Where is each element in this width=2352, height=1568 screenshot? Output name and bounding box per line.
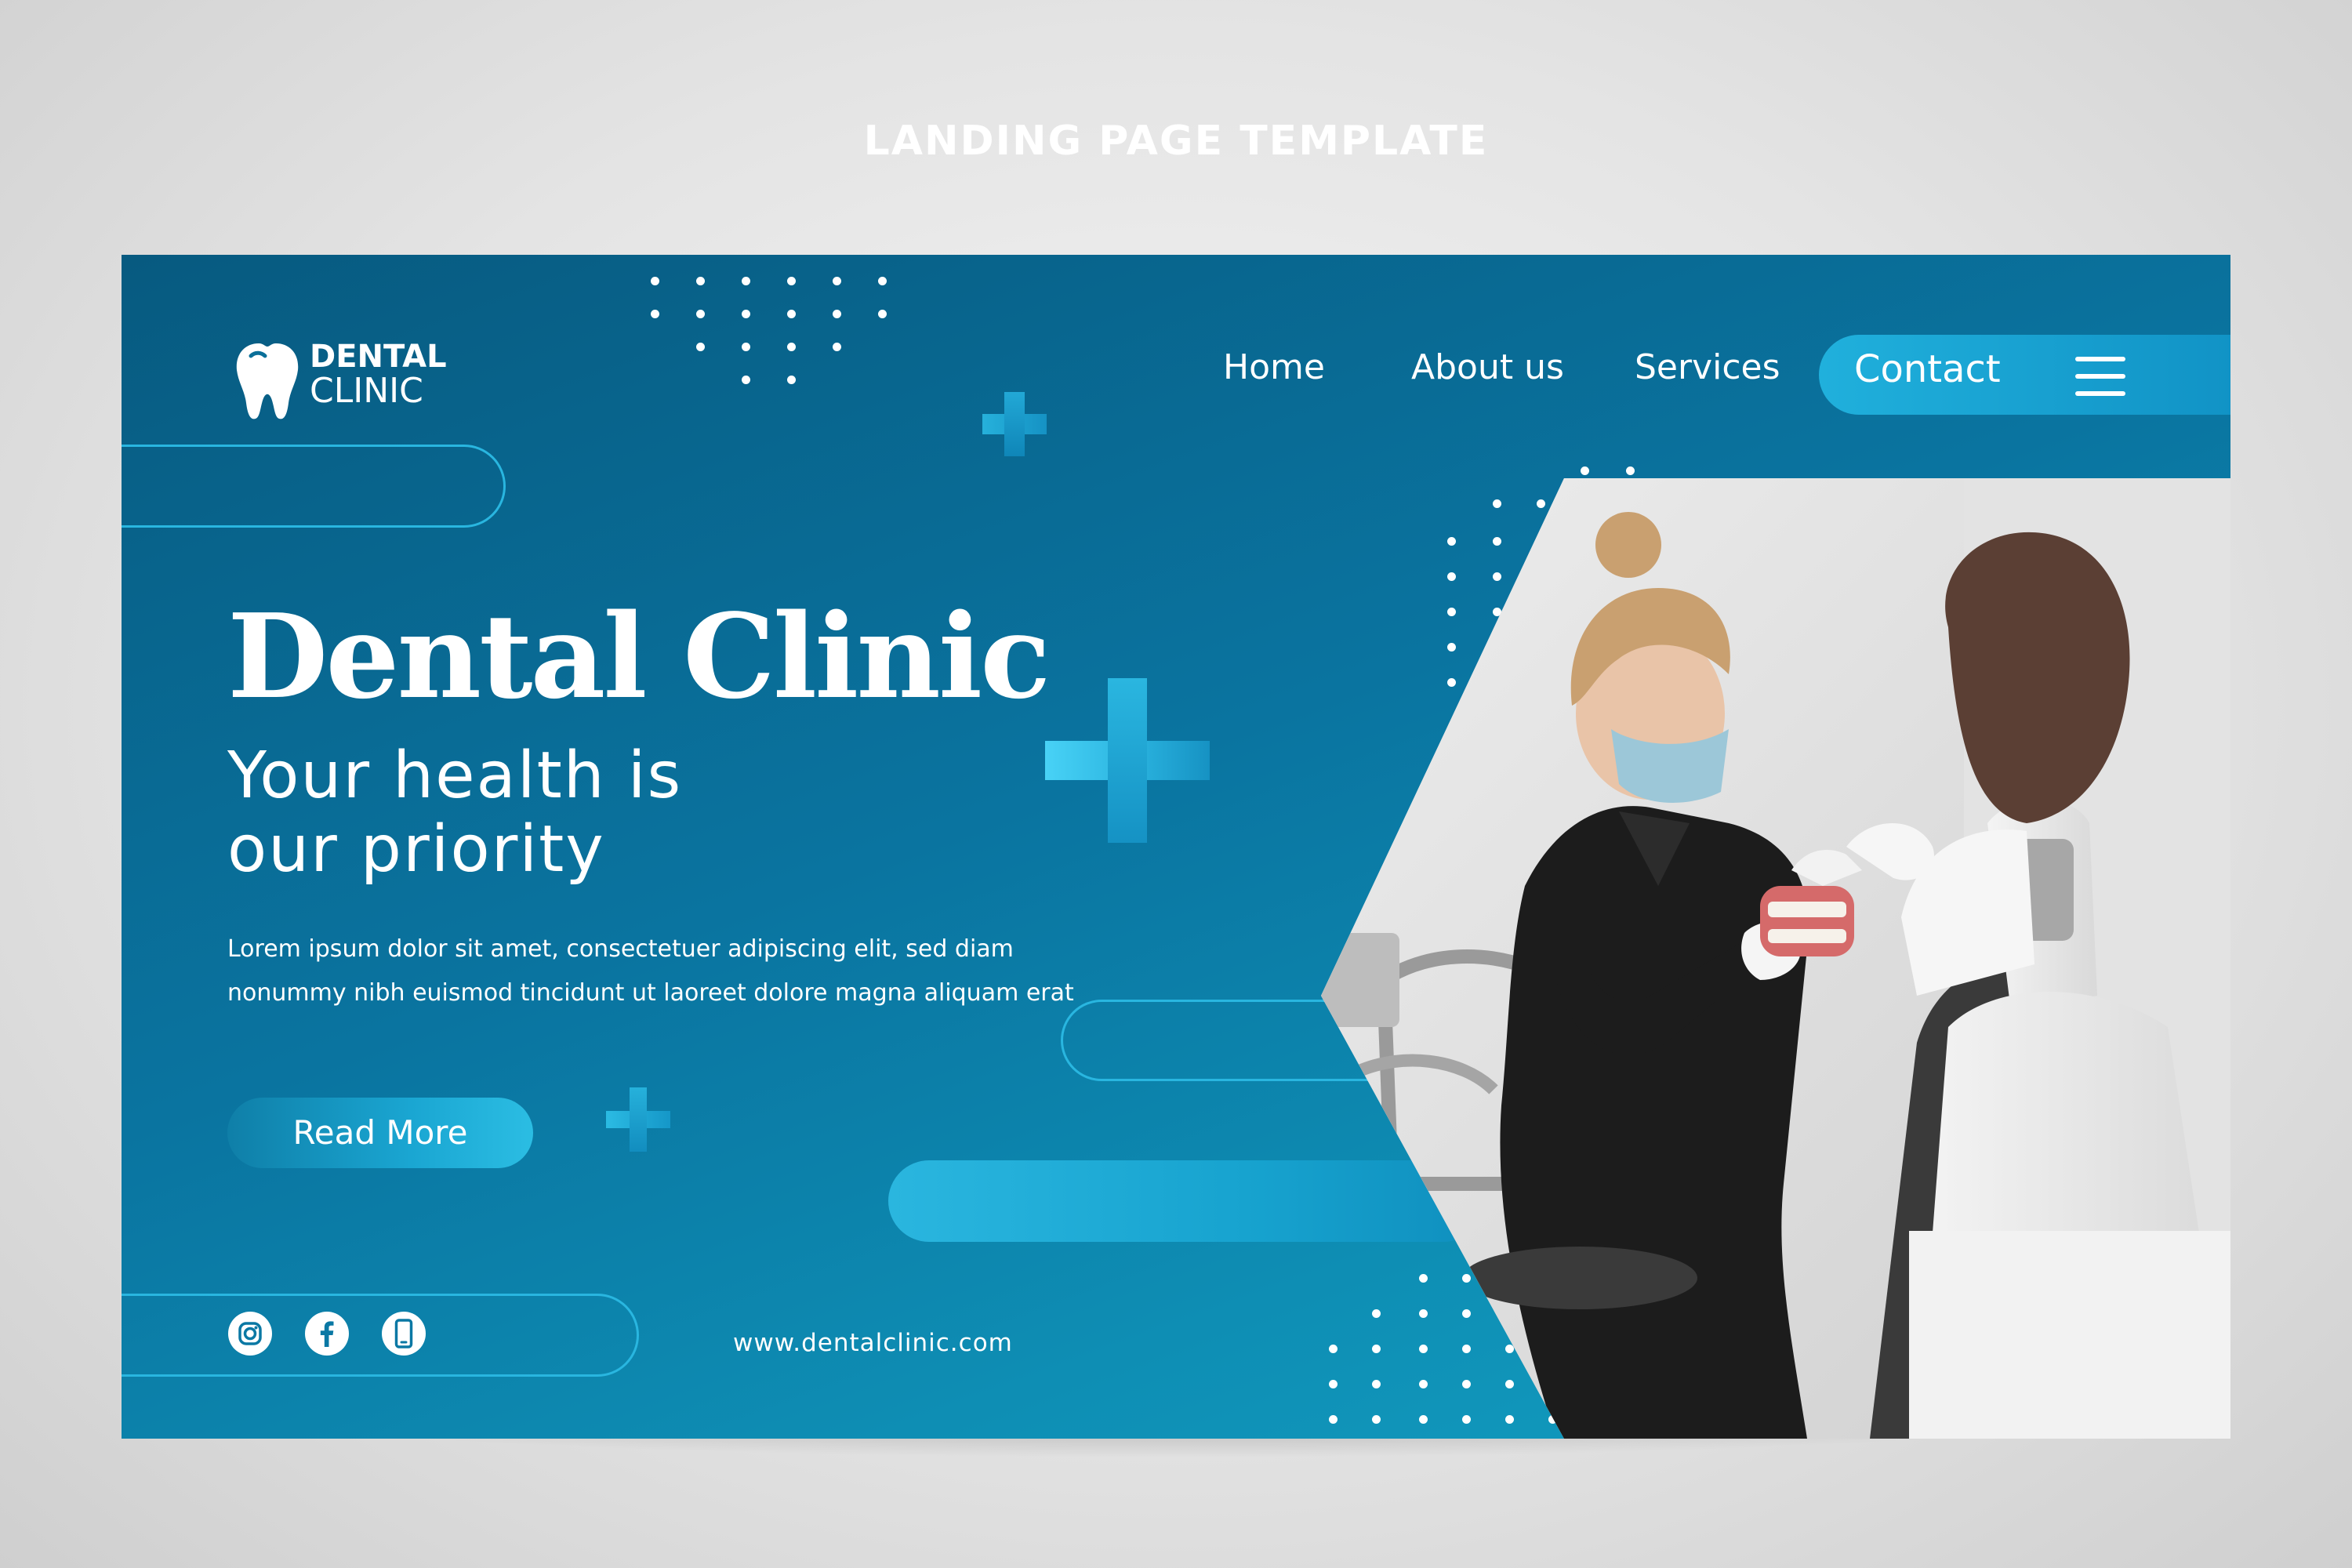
template-title: LANDING PAGE TEMPLATE bbox=[863, 118, 1489, 165]
hero-subhead-line2: our priority bbox=[227, 812, 605, 887]
brand-name: DENTAL CLINIC bbox=[310, 339, 447, 408]
plus-icon-small-bottom bbox=[606, 1087, 670, 1152]
hero-subhead: Your health is our priority bbox=[227, 739, 933, 887]
nav-about-us[interactable]: About us bbox=[1411, 347, 1564, 387]
dentist-photo-illustration bbox=[1321, 478, 2230, 1439]
phone-icon[interactable] bbox=[381, 1311, 426, 1356]
landing-card: DENTAL CLINIC Home About us Services Con… bbox=[122, 255, 2230, 1439]
pill-outline-top-left bbox=[122, 445, 506, 528]
hero-body-text: Lorem ipsum dolor sit amet, consectetuer… bbox=[227, 935, 1074, 1007]
instagram-icon[interactable] bbox=[227, 1311, 273, 1356]
hero-headline: Dental Clinic bbox=[227, 588, 1051, 724]
brand-line2: CLINIC bbox=[310, 371, 423, 411]
nav-services[interactable]: Services bbox=[1635, 347, 1780, 387]
pill-outline-bottom-left bbox=[122, 1294, 639, 1377]
website-url[interactable]: www.dentalclinic.com bbox=[733, 1329, 1013, 1357]
pill-solid-mid bbox=[888, 1160, 1484, 1242]
read-more-button[interactable]: Read More bbox=[227, 1098, 533, 1168]
hero-photo bbox=[1321, 478, 2230, 1439]
facebook-icon[interactable] bbox=[304, 1311, 350, 1356]
hamburger-menu-icon[interactable] bbox=[2075, 357, 2125, 396]
nav-contact[interactable]: Contact bbox=[1854, 347, 2001, 391]
plus-icon-small-top bbox=[982, 392, 1047, 456]
plus-icon-large bbox=[1045, 678, 1210, 843]
nav-home[interactable]: Home bbox=[1223, 347, 1325, 387]
hero-subhead-line1: Your health is bbox=[227, 739, 683, 813]
brand-line1: DENTAL bbox=[310, 339, 447, 375]
